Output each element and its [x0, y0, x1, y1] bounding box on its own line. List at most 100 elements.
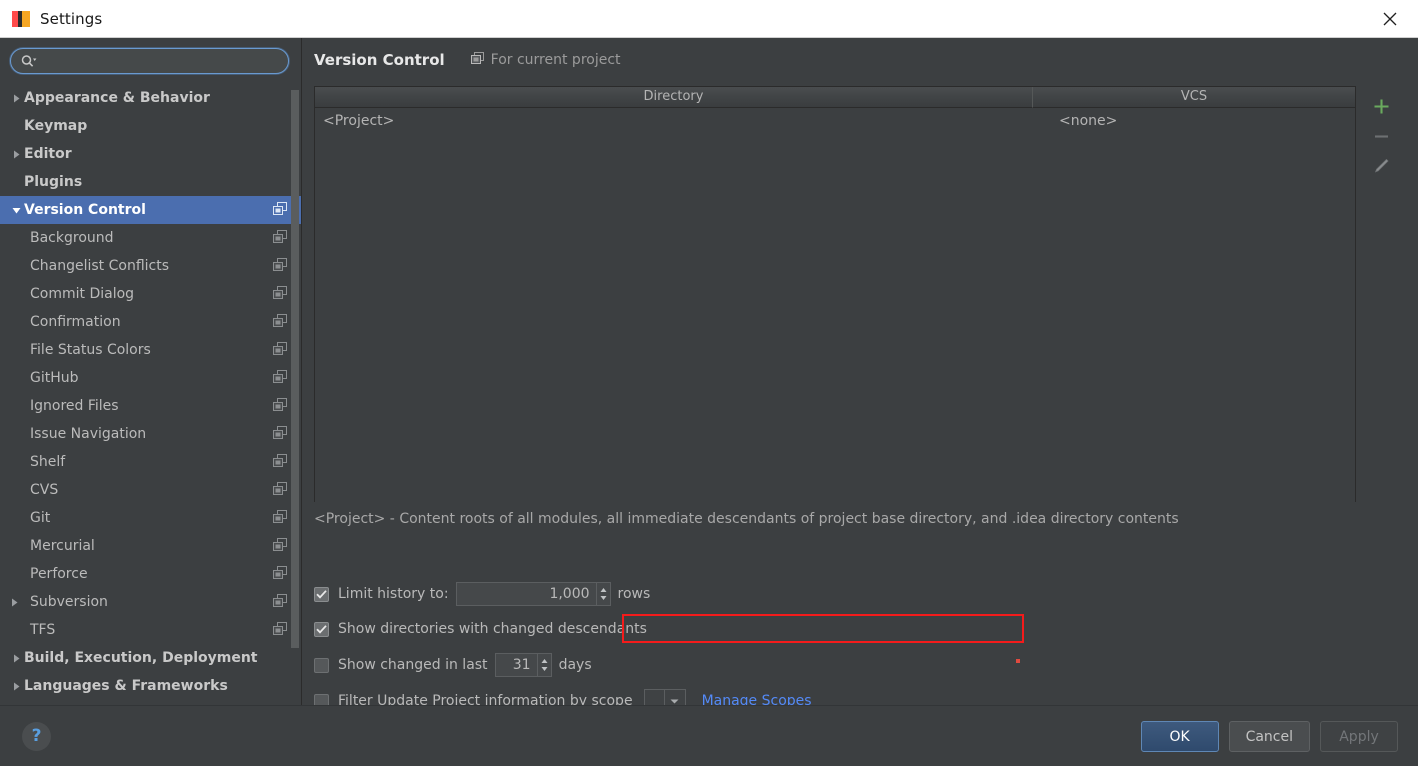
sidebar-item-keymap[interactable]: Keymap — [0, 112, 301, 140]
project-scope-icon — [273, 509, 287, 528]
sidebar-item-label: Issue Navigation — [30, 426, 147, 442]
search-input[interactable] — [37, 53, 288, 69]
table-header: Directory VCS — [315, 87, 1355, 108]
window-title: Settings — [40, 9, 103, 28]
show-changed-spinner-buttons[interactable] — [536, 654, 551, 676]
sidebar-item-issue-navigation[interactable]: Issue Navigation — [0, 420, 301, 448]
project-scope-icon — [273, 593, 287, 612]
limit-history-checkbox[interactable] — [314, 586, 329, 602]
sidebar-item-label: Ignored Files — [30, 398, 119, 414]
sidebar-item-confirmation[interactable]: Confirmation — [0, 308, 301, 336]
plus-icon[interactable] — [1366, 91, 1396, 121]
sidebar-scrollbar-thumb[interactable] — [291, 90, 299, 648]
sidebar-item-label: Subversion — [30, 594, 108, 610]
column-header-directory[interactable]: Directory — [315, 87, 1033, 108]
sidebar-item-label: Commit Dialog — [30, 286, 135, 302]
settings-tree: Appearance & Behavior Keymap Editor Plugins… — [0, 84, 301, 700]
minus-icon[interactable] — [1366, 121, 1396, 151]
vcs-directory-table: Directory VCS <Project> <none> — [314, 86, 1356, 502]
sidebar-item-git[interactable]: Git — [0, 504, 301, 532]
cancel-button[interactable]: Cancel — [1228, 721, 1310, 752]
project-scope-icon — [273, 341, 287, 360]
project-scope-icon — [273, 397, 287, 416]
sidebar-item-editor[interactable]: Editor — [0, 140, 301, 168]
sidebar-item-languages-frameworks[interactable]: Languages & Frameworks — [0, 672, 301, 700]
search-field[interactable] — [10, 48, 289, 74]
show-directories-checkbox[interactable] — [314, 621, 329, 637]
sidebar-item-label: Changelist Conflicts — [30, 258, 170, 274]
sidebar-item-tfs[interactable]: TFS — [0, 616, 301, 644]
sidebar-item-label: Shelf — [30, 454, 66, 470]
table-row[interactable]: <Project> <none> — [315, 108, 1355, 134]
sidebar-item-changelist-conflicts[interactable]: Changelist Conflicts — [0, 252, 301, 280]
project-scope-icon — [273, 285, 287, 304]
show-changed-spinner[interactable]: 31 — [494, 653, 552, 677]
table-toolbar — [1361, 86, 1401, 502]
chevron-right-icon[interactable] — [8, 93, 24, 104]
project-scope-icon — [273, 201, 287, 220]
settings-dialog: Settings Appearance & Behavior Keymap Edit — [0, 0, 1418, 766]
help-button[interactable]: ? — [22, 722, 51, 751]
sidebar-item-mercurial[interactable]: Mercurial — [0, 532, 301, 560]
sidebar-item-shelf[interactable]: Shelf — [0, 448, 301, 476]
modified-marker — [1016, 659, 1020, 663]
show-changed-suffix: days — [558, 657, 592, 673]
table-description: <Project> - Content roots of all modules… — [314, 511, 1179, 527]
sidebar-item-label: Version Control — [24, 202, 146, 218]
limit-history-value[interactable]: 1,000 — [457, 583, 596, 605]
show-changed-row: Show changed in last 31 days — [314, 653, 592, 677]
column-header-vcs[interactable]: VCS — [1033, 87, 1355, 108]
close-icon[interactable] — [1362, 0, 1418, 37]
sidebar-item-label: Languages & Frameworks — [24, 678, 228, 694]
sidebar-item-appearance-behavior[interactable]: Appearance & Behavior — [0, 84, 301, 112]
intellij-idea-icon — [12, 10, 30, 28]
project-scope-icon — [273, 453, 287, 472]
sidebar-item-background[interactable]: Background — [0, 224, 301, 252]
sidebar-item-label: Build, Execution, Deployment — [24, 650, 258, 666]
sidebar-item-plugins[interactable]: Plugins — [0, 168, 301, 196]
apply-button[interactable]: Apply — [1320, 721, 1398, 752]
chevron-right-icon[interactable] — [8, 681, 24, 692]
project-scope-icon — [470, 50, 484, 69]
pencil-icon[interactable] — [1366, 151, 1396, 181]
project-scope-icon — [273, 257, 287, 276]
sidebar-item-ignored-files[interactable]: Ignored Files — [0, 392, 301, 420]
sidebar-item-file-status-colors[interactable]: File Status Colors — [0, 336, 301, 364]
sidebar-item-cvs[interactable]: CVS — [0, 476, 301, 504]
limit-history-spinner[interactable]: 1,000 — [455, 582, 611, 606]
help-label: ? — [31, 726, 42, 746]
project-scope-icon — [273, 369, 287, 388]
chevron-right-icon[interactable] — [8, 653, 24, 664]
limit-history-spinner-buttons[interactable] — [595, 583, 610, 605]
dialog-actions: OK Cancel Apply — [1140, 721, 1398, 752]
cell-vcs: <none> — [1059, 113, 1118, 129]
sidebar-item-label: Plugins — [24, 174, 83, 190]
project-scope-icon — [273, 565, 287, 584]
ok-button[interactable]: OK — [1140, 721, 1219, 752]
sidebar-item-label: Mercurial — [30, 538, 95, 554]
show-changed-checkbox[interactable] — [314, 657, 329, 673]
search-icon — [21, 54, 37, 68]
chevron-down-icon[interactable] — [8, 205, 24, 216]
limit-history-row: Limit history to: 1,000 rows — [314, 582, 650, 606]
sidebar-item-label: File Status Colors — [30, 342, 151, 358]
sidebar-item-version-control[interactable]: Version Control — [0, 196, 301, 224]
sidebar-item-label: Confirmation — [30, 314, 121, 330]
main-header: Version Control For current project — [303, 38, 1418, 69]
chevron-right-icon[interactable] — [6, 597, 22, 608]
chevron-right-icon[interactable] — [8, 149, 24, 160]
table-body: <Project> <none> — [315, 108, 1355, 502]
sidebar-item-build-execution-deployment[interactable]: Build, Execution, Deployment — [0, 644, 301, 672]
sidebar-item-label: CVS — [30, 482, 59, 498]
sidebar-item-github[interactable]: GitHub — [0, 364, 301, 392]
dialog-footer: ? OK Cancel Apply — [0, 705, 1418, 766]
scope-note: For current project — [470, 50, 621, 69]
limit-history-label: Limit history to: — [338, 586, 449, 602]
sidebar-item-label: Perforce — [30, 566, 88, 582]
show-changed-value[interactable]: 31 — [496, 654, 537, 676]
project-scope-icon — [273, 425, 287, 444]
limit-history-suffix: rows — [617, 586, 651, 602]
sidebar-item-perforce[interactable]: Perforce — [0, 560, 301, 588]
sidebar-item-subversion[interactable]: Subversion — [0, 588, 301, 616]
sidebar-item-commit-dialog[interactable]: Commit Dialog — [0, 280, 301, 308]
